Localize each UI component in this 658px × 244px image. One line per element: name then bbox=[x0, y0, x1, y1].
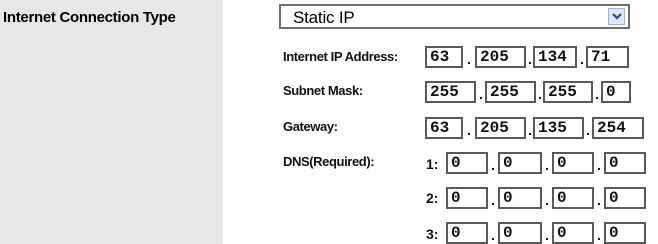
dns-1-octet-2[interactable]: 0 bbox=[498, 152, 542, 174]
panel-divider bbox=[223, 0, 229, 244]
gateway-octet-3[interactable]: 135 bbox=[533, 117, 584, 139]
dns-2-octet-3[interactable]: 0 bbox=[552, 187, 594, 209]
octet-separator: . bbox=[467, 51, 471, 67]
dns-label: DNS(Required): bbox=[283, 154, 375, 169]
octet-separator: . bbox=[545, 227, 549, 243]
gateway-label: Gateway: bbox=[283, 119, 338, 134]
subnet-mask-octet-3[interactable]: 255 bbox=[543, 81, 593, 103]
ip-address-octet-3[interactable]: 134 bbox=[533, 46, 577, 68]
subnet-mask-label: Subnet Mask: bbox=[283, 83, 363, 98]
dns-2-octet-2[interactable]: 0 bbox=[498, 187, 542, 209]
dns-index-1: 1: bbox=[426, 156, 439, 172]
octet-separator: . bbox=[528, 122, 532, 138]
subnet-mask-octet-1[interactable]: 255 bbox=[425, 81, 476, 103]
octet-separator: . bbox=[491, 192, 495, 208]
ip-address-octet-4[interactable]: 71 bbox=[586, 46, 629, 68]
dns-3-octet-4[interactable]: 0 bbox=[604, 222, 646, 244]
octet-separator: . bbox=[545, 157, 549, 173]
dns-index-2: 2: bbox=[426, 190, 439, 206]
dns-index-3: 3: bbox=[426, 226, 439, 242]
octet-separator: . bbox=[538, 86, 542, 102]
dns-1-octet-3[interactable]: 0 bbox=[552, 152, 594, 174]
subnet-mask-octet-2[interactable]: 255 bbox=[485, 81, 536, 103]
section-title: Internet Connection Type bbox=[3, 9, 176, 26]
subnet-mask-octet-4[interactable]: 0 bbox=[601, 81, 631, 103]
octet-separator: . bbox=[597, 157, 601, 173]
connection-type-select[interactable]: Static IP bbox=[279, 4, 630, 29]
dns-3-octet-3[interactable]: 0 bbox=[552, 222, 594, 244]
gateway-octet-2[interactable]: 205 bbox=[475, 117, 526, 139]
dns-1-octet-4[interactable]: 0 bbox=[604, 152, 646, 174]
ip-address-label: Internet IP Address: bbox=[283, 49, 398, 64]
octet-separator: . bbox=[491, 157, 495, 173]
dns-1-octet-1[interactable]: 0 bbox=[446, 152, 488, 174]
octet-separator: . bbox=[595, 86, 599, 102]
octet-separator: . bbox=[545, 192, 549, 208]
ip-address-octet-1[interactable]: 63 bbox=[425, 46, 463, 68]
octet-separator: . bbox=[580, 51, 584, 67]
octet-separator: . bbox=[528, 51, 532, 67]
octet-separator: . bbox=[597, 227, 601, 243]
ip-address-octet-2[interactable]: 205 bbox=[475, 46, 526, 68]
dns-2-octet-4[interactable]: 0 bbox=[604, 187, 646, 209]
dns-2-octet-1[interactable]: 0 bbox=[446, 187, 488, 209]
gateway-octet-1[interactable]: 63 bbox=[425, 117, 463, 139]
left-panel: Internet Connection Type bbox=[0, 0, 223, 244]
dns-3-octet-1[interactable]: 0 bbox=[446, 222, 488, 244]
dns-3-octet-2[interactable]: 0 bbox=[498, 222, 542, 244]
gateway-octet-4[interactable]: 254 bbox=[592, 117, 644, 139]
octet-separator: . bbox=[597, 192, 601, 208]
chevron-down-icon[interactable] bbox=[608, 8, 625, 25]
octet-separator: . bbox=[467, 122, 471, 138]
octet-separator: . bbox=[491, 227, 495, 243]
connection-type-value: Static IP bbox=[293, 8, 355, 27]
octet-separator: . bbox=[586, 122, 590, 138]
octet-separator: . bbox=[479, 86, 483, 102]
